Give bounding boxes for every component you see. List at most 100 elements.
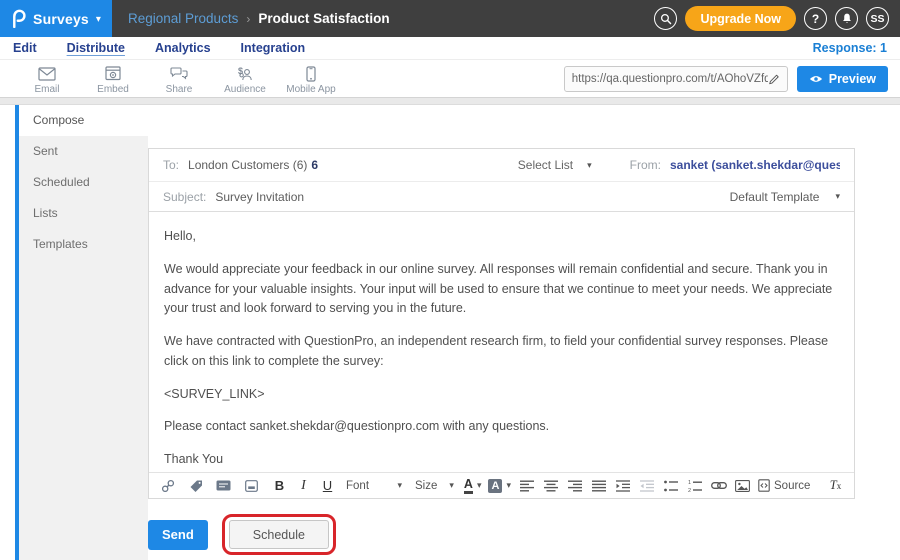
chevron-down-icon: ▾: [506, 480, 511, 491]
insert-image-icon[interactable]: [734, 476, 751, 496]
nav-integration[interactable]: Integration: [241, 41, 306, 55]
bell-icon: [841, 12, 853, 25]
chevron-down-icon: ▾: [449, 480, 454, 491]
schedule-button[interactable]: Schedule: [229, 520, 329, 549]
help-button[interactable]: ?: [804, 7, 827, 30]
edit-url-icon[interactable]: [768, 73, 780, 85]
send-actions: Send Schedule: [148, 514, 855, 555]
survey-url-input[interactable]: [572, 73, 768, 85]
nav-distribute[interactable]: Distribute: [67, 41, 125, 55]
toolbar-divider: [0, 97, 900, 105]
source-button[interactable]: Source: [758, 476, 810, 496]
breadcrumb-separator: ›: [246, 12, 250, 26]
sidebar-item-lists[interactable]: Lists: [19, 198, 148, 229]
compose-main: To: London Customers (6) 6 Select List ▾…: [148, 105, 900, 560]
top-header: Surveys ▾ Regional Products › Product Sa…: [0, 0, 900, 37]
template-dropdown[interactable]: Default Template ▾: [730, 190, 840, 204]
surveys-menu[interactable]: Surveys ▾: [0, 0, 112, 37]
email-body-editor[interactable]: Hello, We would appreciate your feedback…: [149, 212, 854, 472]
embed-icon: [80, 64, 146, 83]
response-count[interactable]: Response: 1: [813, 41, 887, 55]
body-paragraph: We would appreciate your feedback in our…: [164, 260, 839, 319]
numbered-list-icon[interactable]: 12: [686, 476, 703, 496]
bold-button[interactable]: B: [271, 476, 288, 496]
sidebar-item-scheduled[interactable]: Scheduled: [19, 167, 148, 198]
channel-embed-label: Embed: [80, 84, 146, 95]
outdent-icon[interactable]: [638, 476, 655, 496]
signature-icon[interactable]: [215, 476, 232, 496]
nav-edit[interactable]: Edit: [13, 41, 37, 55]
product-menu-label: Surveys: [33, 11, 89, 27]
chevron-down-icon: ▾: [477, 480, 482, 491]
avatar[interactable]: SS: [866, 7, 889, 30]
send-button[interactable]: Send: [148, 520, 208, 550]
sidebar-item-sent[interactable]: Sent: [19, 136, 148, 167]
to-value[interactable]: London Customers (6): [188, 158, 307, 172]
body-paragraph: We have contracted with QuestionPro, an …: [164, 332, 839, 372]
font-select-label: Font: [346, 480, 369, 492]
bullet-list-icon[interactable]: [662, 476, 679, 496]
channel-embed[interactable]: Embed: [80, 64, 146, 95]
channel-share-label: Share: [146, 84, 212, 95]
channel-share[interactable]: Share: [146, 64, 212, 95]
chevron-down-icon: ▾: [397, 480, 402, 491]
font-size-select[interactable]: Size ▾: [412, 476, 457, 496]
breadcrumb-current: Product Satisfaction: [258, 11, 389, 26]
distribute-content: Compose Sent Scheduled Lists Templates T…: [0, 105, 900, 560]
source-label: Source: [774, 480, 810, 492]
select-list-dropdown[interactable]: Select List ▾: [518, 158, 592, 172]
subject-value[interactable]: Survey Invitation: [215, 190, 304, 204]
body-paragraph: <SURVEY_LINK>: [164, 385, 839, 405]
notifications-button[interactable]: [835, 7, 858, 30]
email-compose-panel: To: London Customers (6) 6 Select List ▾…: [148, 148, 855, 499]
questionpro-logo-icon: [11, 9, 26, 28]
from-label: From:: [630, 158, 661, 172]
indent-icon[interactable]: [614, 476, 631, 496]
remove-format-button[interactable]: Tx: [827, 476, 844, 496]
body-paragraph: Please contact sanket.shekdar@questionpr…: [164, 417, 839, 437]
size-select-label: Size: [415, 480, 437, 492]
sidebar-item-compose[interactable]: Compose: [19, 105, 148, 136]
compose-sidebar: Compose Sent Scheduled Lists Templates: [19, 105, 148, 560]
text-color-button[interactable]: A ▾: [464, 476, 482, 496]
chevron-down-icon: ▾: [96, 14, 101, 25]
merge-tag-icon[interactable]: [187, 476, 204, 496]
align-left-icon[interactable]: [518, 476, 535, 496]
chevron-down-icon: ▾: [587, 160, 592, 171]
body-paragraph: Hello,: [164, 227, 839, 247]
sidebar-item-templates[interactable]: Templates: [19, 229, 148, 260]
survey-link-group: Preview: [564, 66, 888, 92]
preview-button[interactable]: Preview: [797, 66, 888, 92]
body-paragraph: Thank You: [164, 450, 839, 470]
button-insert-icon[interactable]: [243, 476, 260, 496]
breadcrumb: Regional Products › Product Satisfaction: [128, 11, 390, 26]
from-value[interactable]: sanket (sanket.shekdar@ques...: [670, 158, 840, 172]
search-button[interactable]: [654, 7, 677, 30]
insert-link-icon[interactable]: [710, 476, 727, 496]
align-center-icon[interactable]: [542, 476, 559, 496]
template-label: Default Template: [730, 190, 820, 204]
insert-survey-link-icon[interactable]: [159, 476, 176, 496]
font-family-select[interactable]: Font ▾: [343, 476, 405, 496]
align-right-icon[interactable]: [566, 476, 583, 496]
underline-button[interactable]: U: [319, 476, 336, 496]
upgrade-now-button[interactable]: Upgrade Now: [685, 6, 796, 31]
channel-email[interactable]: Email: [14, 64, 80, 95]
survey-url-box: [564, 66, 788, 92]
channel-mobile-app[interactable]: Mobile App: [278, 64, 344, 95]
background-color-button[interactable]: A ▾: [488, 476, 511, 496]
italic-button[interactable]: I: [295, 476, 312, 496]
mobile-app-icon: [278, 64, 344, 83]
channel-audience-label: Audience: [212, 84, 278, 95]
breadcrumb-parent-link[interactable]: Regional Products: [128, 11, 238, 26]
header-actions: Upgrade Now ? SS: [654, 6, 900, 31]
editor-toolbar: B I U Font ▾ Size ▾ A ▾ A ▾: [149, 472, 854, 498]
channel-email-label: Email: [14, 84, 80, 95]
subject-row: Subject: Survey Invitation Default Templ…: [149, 182, 854, 212]
channel-audience[interactable]: $ Audience: [212, 64, 278, 95]
share-icon: [146, 64, 212, 83]
chevron-down-icon: ▾: [835, 191, 840, 202]
nav-analytics[interactable]: Analytics: [155, 41, 211, 55]
audience-icon: $: [212, 64, 278, 83]
align-justify-icon[interactable]: [590, 476, 607, 496]
